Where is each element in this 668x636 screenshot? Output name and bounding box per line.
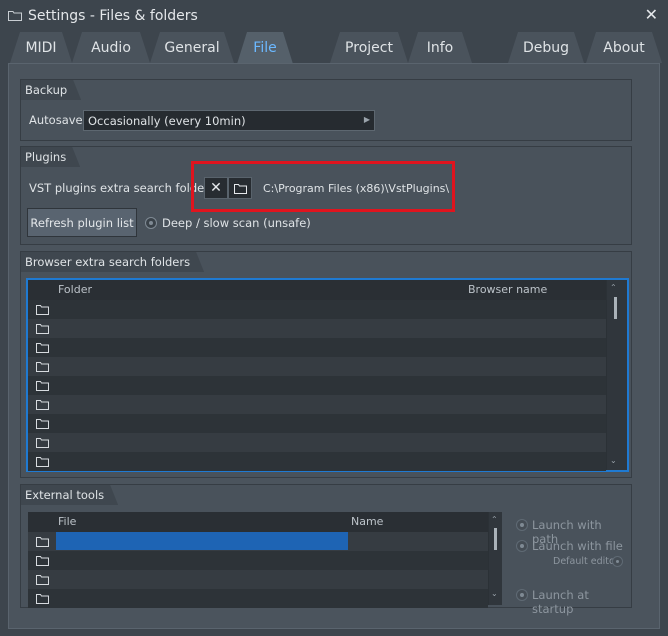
launch-at-startup-radio[interactable] — [516, 589, 528, 601]
autosave-label: Autosave — [29, 113, 83, 127]
plugins-group: Plugins VST plugins extra search folder … — [20, 146, 632, 245]
autosave-value: Occasionally (every 10min) — [88, 114, 246, 128]
column-file[interactable]: File — [58, 515, 76, 528]
window-title: Settings - Files & folders — [28, 8, 198, 24]
launch-with-path-radio[interactable] — [516, 519, 528, 531]
backup-group: Backup Autosave Occasionally (every 10mi… — [20, 79, 632, 141]
title-bar: Settings - Files & folders ✕ — [0, 0, 668, 32]
folder-icon — [36, 594, 49, 604]
browser-folders-group: Browser extra search folders Folder Brow… — [20, 251, 632, 478]
scroll-up-icon[interactable]: ⌃ — [491, 515, 498, 524]
tab-midi[interactable]: MIDI — [10, 32, 72, 63]
table-row[interactable] — [28, 319, 606, 338]
table-row[interactable] — [28, 532, 488, 551]
column-folder[interactable]: Folder — [58, 283, 92, 296]
folder-icon — [36, 400, 49, 410]
table-row[interactable] — [28, 300, 606, 319]
highlight-box — [191, 161, 455, 212]
selection-highlight — [56, 532, 348, 550]
folder-icon — [36, 419, 49, 429]
deep-scan-label: Deep / slow scan (unsafe) — [162, 216, 311, 230]
browser-folders-title: Browser extra search folders — [21, 252, 204, 272]
chevron-right-icon: ▶ — [363, 115, 370, 124]
table-row[interactable] — [28, 395, 606, 414]
table-row[interactable] — [28, 433, 606, 452]
scrollbar[interactable]: ⌃ ⌄ — [489, 512, 502, 605]
tab-strip: MIDI Audio General File Project Info Deb… — [0, 32, 668, 64]
scroll-down-icon[interactable]: ⌄ — [491, 589, 498, 598]
table-row[interactable] — [28, 414, 606, 433]
plugins-title: Plugins — [21, 147, 80, 167]
scroll-up-icon[interactable]: ⌃ — [610, 283, 617, 292]
folder-icon — [8, 11, 22, 21]
table-row[interactable] — [28, 589, 488, 608]
scrollbar-thumb[interactable] — [614, 297, 617, 319]
table-row[interactable] — [28, 357, 606, 376]
table-row[interactable] — [28, 376, 606, 395]
folder-icon — [36, 438, 49, 448]
tab-debug[interactable]: Debug — [508, 32, 584, 63]
scroll-down-icon[interactable]: ⌄ — [610, 456, 617, 465]
folder-icon — [36, 324, 49, 334]
launch-at-startup-label: Launch at startup — [532, 588, 589, 616]
folder-icon — [36, 362, 49, 372]
folder-icon — [36, 305, 49, 315]
browser-folders-list[interactable]: Folder Browser name ⌃ ⌄ — [26, 278, 629, 472]
default-editor-radio[interactable] — [612, 556, 623, 567]
table-row[interactable] — [28, 338, 606, 357]
table-row[interactable] — [28, 570, 488, 589]
refresh-plugin-list-button[interactable]: Refresh plugin list — [27, 208, 137, 237]
tab-info[interactable]: Info — [408, 32, 472, 63]
folder-icon — [36, 556, 49, 566]
close-icon[interactable]: ✕ — [645, 7, 658, 23]
list-header: Folder Browser name — [28, 280, 606, 300]
tab-general[interactable]: General — [150, 32, 234, 63]
column-browser-name[interactable]: Browser name — [468, 283, 547, 296]
table-row[interactable] — [28, 452, 606, 471]
default-editor-label: Default editor — [553, 556, 619, 567]
folder-icon — [36, 381, 49, 391]
table-row[interactable] — [28, 551, 488, 570]
tab-audio[interactable]: Audio — [72, 32, 150, 63]
launch-with-file-radio[interactable] — [516, 540, 528, 552]
folder-icon — [36, 343, 49, 353]
column-name[interactable]: Name — [351, 515, 383, 528]
scrollbar-thumb[interactable] — [494, 528, 497, 550]
external-tools-title: External tools — [21, 485, 118, 505]
launch-with-file-label: Launch with file — [532, 539, 623, 553]
tab-about[interactable]: About — [586, 32, 662, 63]
tab-file[interactable]: File — [237, 32, 293, 64]
backup-title: Backup — [21, 80, 81, 100]
vst-folder-label: VST plugins extra search folder — [29, 181, 209, 195]
folder-icon — [36, 537, 49, 547]
folder-icon — [36, 575, 49, 585]
tab-project[interactable]: Project — [330, 32, 408, 63]
folder-icon — [36, 457, 49, 467]
autosave-dropdown[interactable]: Occasionally (every 10min) ▶ — [83, 110, 375, 131]
deep-scan-radio[interactable] — [145, 217, 157, 229]
list-header: File Name — [28, 512, 488, 532]
scrollbar[interactable]: ⌃ ⌄ — [607, 280, 627, 470]
external-tools-list[interactable]: File Name ⌃ ⌄ — [28, 512, 502, 608]
external-tools-group: External tools File Name ⌃ ⌄ Launch with… — [20, 484, 632, 616]
